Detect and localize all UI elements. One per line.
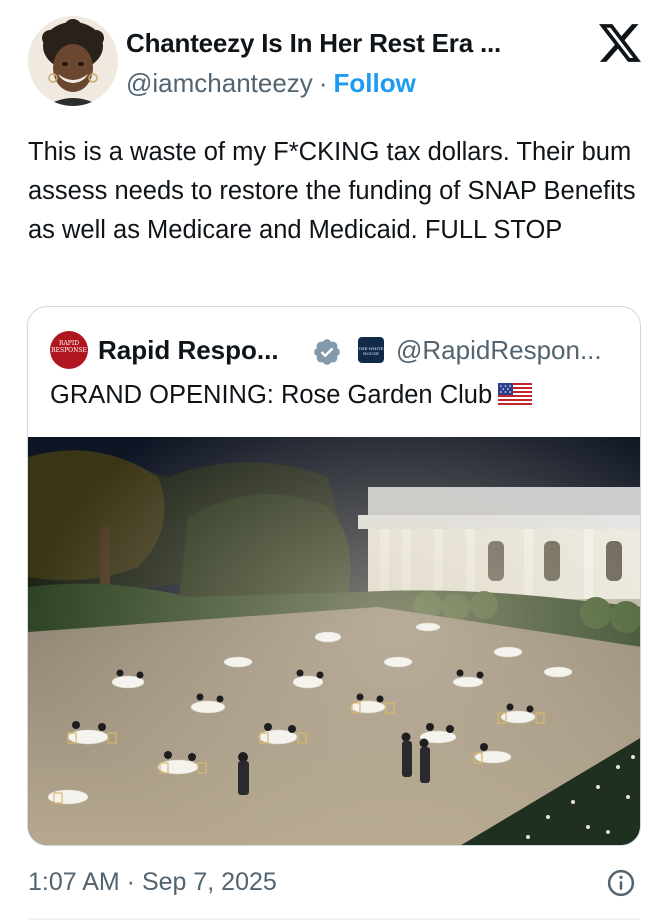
tweet-card: Chanteezy Is In Her Rest Era ... @iamcha… [0, 0, 668, 923]
avatar-photo-icon [28, 16, 118, 106]
divider [28, 918, 640, 920]
quoted-avatar[interactable]: RAPID RESPONSE [50, 331, 88, 369]
author-name[interactable]: Chanteezy Is In Her Rest Era ... [126, 28, 566, 59]
white-house-badge-text: THE WHITE HOUSE [358, 346, 384, 356]
author-avatar[interactable] [28, 16, 118, 106]
author-handle[interactable]: @iamchanteezy [126, 68, 313, 98]
info-icon[interactable] [606, 868, 636, 898]
separator-dot: · [318, 68, 328, 98]
tweet-text: This is a waste of my F*CKING tax dollar… [28, 138, 636, 244]
white-house-badge[interactable]: THE WHITE HOUSE [358, 337, 384, 363]
quoted-tweet[interactable]: RAPID RESPONSE Rapid Respo... THE WHITE … [27, 306, 641, 846]
tweet-timestamp[interactable]: 1:07 AM · Sep 7, 2025 [28, 868, 277, 897]
quoted-text: GRAND OPENING: Rose Garden Club [50, 381, 493, 409]
quoted-author-name[interactable]: Rapid Respo... [98, 335, 279, 366]
quoted-author-handle[interactable]: @RapidRespon... [396, 335, 602, 366]
verified-badge-icon [314, 339, 340, 365]
author-meta: @iamchanteezy · Follow [126, 68, 416, 99]
us-flag-icon [498, 383, 533, 407]
quoted-avatar-text: RAPID RESPONSE [51, 340, 87, 354]
follow-button[interactable]: Follow [333, 68, 415, 98]
rose-garden-photo[interactable] [28, 437, 641, 846]
quoted-tweet-text: GRAND OPENING: Rose Garden Club [50, 381, 533, 410]
x-logo-icon[interactable] [598, 22, 642, 64]
